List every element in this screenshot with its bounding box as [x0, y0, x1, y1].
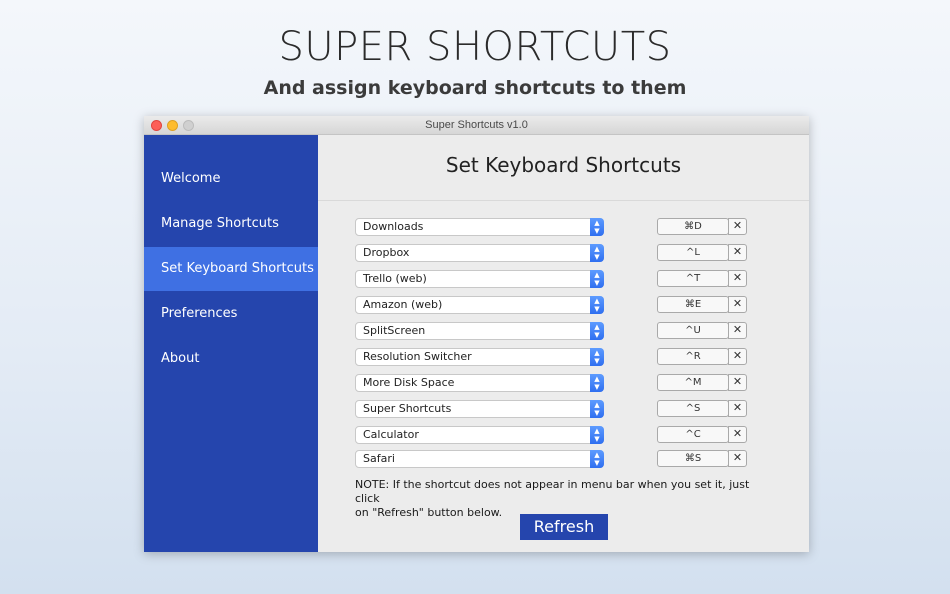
clear-shortcut-button[interactable]: ✕ — [728, 296, 747, 313]
app-select[interactable]: Dropbox ▲ ▼ — [355, 244, 604, 262]
app-select-value: Dropbox — [363, 246, 410, 259]
select-arrows-icon: ▲ ▼ — [590, 296, 604, 314]
clear-shortcut-button[interactable]: ✕ — [728, 374, 747, 391]
clear-shortcut-button[interactable]: ✕ — [728, 400, 747, 417]
clear-shortcut-button[interactable]: ✕ — [728, 270, 747, 287]
select-arrows-icon: ▲ ▼ — [590, 450, 604, 468]
select-arrows-icon: ▲ ▼ — [590, 244, 604, 262]
select-arrows-icon: ▲ ▼ — [590, 400, 604, 418]
shortcut-row: SplitScreen ▲ ▼ ^U ✕ — [355, 322, 749, 340]
clear-shortcut-button[interactable]: ✕ — [728, 450, 747, 467]
clear-shortcut-button[interactable]: ✕ — [728, 426, 747, 443]
app-select[interactable]: Downloads ▲ ▼ — [355, 218, 604, 236]
shortcut-row: Safari ▲ ▼ ⌘S ✕ — [355, 450, 749, 468]
app-select[interactable]: Super Shortcuts ▲ ▼ — [355, 400, 604, 418]
page-title: Set Keyboard Shortcuts — [445, 153, 682, 177]
app-select[interactable]: Amazon (web) ▲ ▼ — [355, 296, 604, 314]
app-select-value: SplitScreen — [363, 324, 426, 337]
refresh-note-line-1: NOTE: If the shortcut does not appear in… — [355, 478, 750, 505]
shortcut-row: Trello (web) ▲ ▼ ^T ✕ — [355, 270, 749, 288]
shortcut-recorder[interactable]: ^C — [657, 426, 729, 443]
shortcut-row: Dropbox ▲ ▼ ^L ✕ — [355, 244, 749, 262]
app-select-value: Super Shortcuts — [363, 402, 452, 415]
refresh-button[interactable]: Refresh — [520, 514, 608, 540]
app-select-value: Downloads — [363, 220, 424, 233]
select-arrows-icon: ▲ ▼ — [590, 218, 604, 236]
shortcut-recorder[interactable]: ^U — [657, 322, 729, 339]
select-arrows-icon: ▲ ▼ — [590, 270, 604, 288]
shortcut-recorder[interactable]: ^T — [657, 270, 729, 287]
shortcut-row: Amazon (web) ▲ ▼ ⌘E ✕ — [355, 296, 749, 314]
clear-shortcut-button[interactable]: ✕ — [728, 244, 747, 261]
window-title: Super Shortcuts v1.0 — [425, 119, 528, 131]
shortcut-recorder[interactable]: ⌘D — [657, 218, 729, 235]
sidebar-item-preferences[interactable]: Preferences — [144, 292, 318, 336]
shortcut-row: Calculator ▲ ▼ ^C ✕ — [355, 426, 749, 444]
select-arrows-icon: ▲ ▼ — [590, 426, 604, 444]
sidebar-item-about[interactable]: About — [144, 337, 318, 381]
shortcut-recorder[interactable]: ⌘E — [657, 296, 729, 313]
app-select-value: More Disk Space — [363, 376, 455, 389]
shortcut-recorder[interactable]: ^R — [657, 348, 729, 365]
clear-shortcut-button[interactable]: ✕ — [728, 218, 747, 235]
select-arrows-icon: ▲ ▼ — [590, 374, 604, 392]
app-select[interactable]: Calculator ▲ ▼ — [355, 426, 604, 444]
title-bar: Super Shortcuts v1.0 — [144, 116, 809, 135]
app-select[interactable]: SplitScreen ▲ ▼ — [355, 322, 604, 340]
shortcut-recorder[interactable]: ^S — [657, 400, 729, 417]
app-select[interactable]: Resolution Switcher ▲ ▼ — [355, 348, 604, 366]
app-select-value: Safari — [363, 452, 395, 465]
app-select[interactable]: Trello (web) ▲ ▼ — [355, 270, 604, 288]
clear-shortcut-button[interactable]: ✕ — [728, 322, 747, 339]
sidebar-item-set-keyboard-shortcuts[interactable]: Set Keyboard Shortcuts — [144, 247, 318, 291]
sidebar-item-welcome[interactable]: Welcome — [144, 157, 318, 201]
shortcut-row: Super Shortcuts ▲ ▼ ^S ✕ — [355, 400, 749, 418]
app-window: Super Shortcuts v1.0 Welcome Manage Shor… — [144, 116, 809, 552]
shortcut-recorder[interactable]: ⌘S — [657, 450, 729, 467]
app-select-value: Resolution Switcher — [363, 350, 472, 363]
select-arrows-icon: ▲ ▼ — [590, 322, 604, 340]
app-select-value: Trello (web) — [363, 272, 427, 285]
sidebar: Welcome Manage Shortcuts Set Keyboard Sh… — [144, 135, 318, 552]
app-select[interactable]: Safari ▲ ▼ — [355, 450, 604, 468]
shortcut-recorder[interactable]: ^L — [657, 244, 729, 261]
shortcut-recorder[interactable]: ^M — [657, 374, 729, 391]
shortcut-row: Downloads ▲ ▼ ⌘D ✕ — [355, 218, 749, 236]
app-select-value: Calculator — [363, 428, 419, 441]
shortcut-row: More Disk Space ▲ ▼ ^M ✕ — [355, 374, 749, 392]
clear-shortcut-button[interactable]: ✕ — [728, 348, 747, 365]
hero-subtitle: And assign keyboard shortcuts to them — [263, 77, 687, 99]
app-select-value: Amazon (web) — [363, 298, 443, 311]
app-select[interactable]: More Disk Space ▲ ▼ — [355, 374, 604, 392]
hero-title: SUPER SHORTCUTS — [278, 24, 672, 70]
sidebar-item-manage-shortcuts[interactable]: Manage Shortcuts — [144, 202, 318, 246]
shortcut-row: Resolution Switcher ▲ ▼ ^R ✕ — [355, 348, 749, 366]
content-header: Set Keyboard Shortcuts — [318, 135, 809, 201]
select-arrows-icon: ▲ ▼ — [590, 348, 604, 366]
